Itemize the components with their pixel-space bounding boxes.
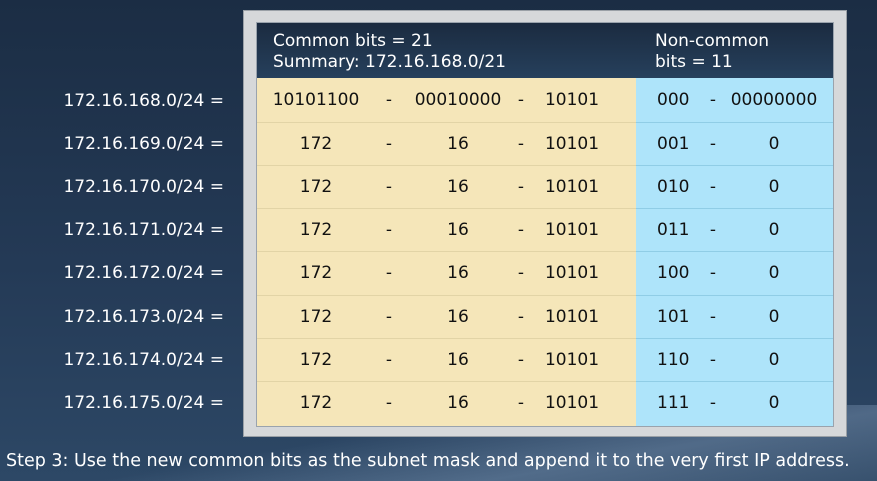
table-row: 172-16-10101 011-0 — [257, 208, 833, 252]
table-row: 172-16-10101 110-0 — [257, 337, 833, 382]
dash-1: - — [385, 134, 393, 155]
dash-3: - — [709, 349, 717, 370]
octet-3-noncommon: 001 — [657, 134, 690, 155]
dash-2: - — [517, 177, 525, 198]
dash-3: - — [709, 220, 717, 241]
dash-3: - — [709, 134, 717, 155]
table-row: 10101100-00010000-10101 000-00000000 — [257, 79, 833, 122]
octet-2: 16 — [447, 220, 469, 241]
octet-3-noncommon: 110 — [657, 349, 690, 370]
dash-2: - — [517, 134, 525, 155]
octet-2: 16 — [447, 392, 469, 413]
network-label: 172.16.169.0/24 = — [63, 134, 224, 155]
dash-3: - — [709, 392, 717, 413]
network-label: 172.16.171.0/24 = — [63, 220, 224, 241]
network-label: 172.16.173.0/24 = — [63, 306, 224, 327]
octet-3-common: 10101 — [544, 349, 600, 370]
dash-2: - — [517, 220, 525, 241]
network-label: 172.16.168.0/24 = — [63, 91, 224, 111]
table-row: 172-16-10101 111-0 — [257, 380, 833, 425]
dash-1: - — [385, 90, 393, 110]
noncommon-label: Non-common — [655, 31, 770, 51]
dash-1: - — [385, 349, 393, 370]
dash-3: - — [709, 306, 717, 327]
table-row: 172-16-10101 100-0 — [257, 251, 833, 295]
octet-3-noncommon: 101 — [657, 306, 690, 327]
network-label: 172.16.175.0/24 = — [63, 392, 224, 413]
dash-1: - — [385, 263, 393, 284]
common-bits-header: Common bits = 21 Summary: 172.16.168.0/2… — [273, 31, 506, 73]
noncommon-count: bits = 11 — [655, 52, 733, 72]
binary-table-frame: Common bits = 21 Summary: 172.16.168.0/2… — [243, 10, 847, 437]
octet-4: 00000000 — [730, 90, 818, 110]
binary-table: Common bits = 21 Summary: 172.16.168.0/2… — [256, 22, 834, 427]
octet-2: 00010000 — [414, 90, 502, 110]
step-caption: Step 3: Use the new common bits as the s… — [6, 451, 850, 471]
dash-2: - — [517, 392, 525, 413]
octet-1: 172 — [299, 392, 333, 413]
dash-1: - — [385, 306, 393, 327]
octet-4: 0 — [768, 177, 780, 198]
octet-3-noncommon: 011 — [657, 220, 690, 241]
table-row: 172-16-10101 101-0 — [257, 294, 833, 339]
octet-1: 172 — [299, 263, 333, 284]
dash-2: - — [517, 349, 525, 370]
common-bits-count: Common bits = 21 — [273, 31, 433, 51]
octet-3-common: 10101 — [544, 177, 600, 198]
noncommon-bits-header: Non-common bits = 11 — [655, 31, 769, 73]
network-label: 172.16.172.0/24 = — [63, 263, 224, 284]
octet-1: 172 — [299, 134, 333, 155]
dash-3: - — [709, 263, 717, 284]
octet-3-noncommon: 000 — [657, 90, 690, 110]
octet-3-common: 10101 — [544, 90, 600, 110]
dash-3: - — [709, 90, 717, 110]
octet-1: 172 — [299, 306, 333, 327]
network-label: 172.16.174.0/24 = — [63, 349, 224, 370]
octet-3-common: 10101 — [544, 392, 600, 413]
octet-1: 172 — [299, 177, 333, 198]
octet-2: 16 — [447, 134, 469, 155]
octet-3-common: 10101 — [544, 306, 600, 327]
dash-2: - — [517, 90, 525, 110]
dash-3: - — [709, 177, 717, 198]
octet-2: 16 — [447, 263, 469, 284]
octet-2: 16 — [447, 349, 469, 370]
dash-2: - — [517, 306, 525, 327]
dash-1: - — [385, 177, 393, 198]
octet-4: 0 — [768, 392, 780, 413]
table-row: 172-16-10101 001-0 — [257, 122, 833, 166]
octet-3-common: 10101 — [544, 134, 600, 155]
octet-3-noncommon: 010 — [657, 177, 690, 198]
summary-route: Summary: 172.16.168.0/21 — [273, 52, 506, 72]
octet-3-common: 10101 — [544, 263, 600, 284]
octet-1: 172 — [299, 220, 333, 241]
octet-2: 16 — [447, 306, 469, 327]
dash-1: - — [385, 220, 393, 241]
dash-2: - — [517, 263, 525, 284]
octet-4: 0 — [768, 220, 780, 241]
octet-1: 10101100 — [272, 90, 360, 110]
octet-1: 172 — [299, 349, 333, 370]
octet-4: 0 — [768, 306, 780, 327]
octet-3-noncommon: 111 — [657, 392, 690, 413]
dash-1: - — [385, 392, 393, 413]
network-label: 172.16.170.0/24 = — [63, 177, 224, 198]
octet-3-common: 10101 — [544, 220, 600, 241]
octet-3-noncommon: 100 — [657, 263, 690, 284]
table-row: 172-16-10101 010-0 — [257, 165, 833, 209]
octet-4: 0 — [768, 349, 780, 370]
table-header: Common bits = 21 Summary: 172.16.168.0/2… — [257, 23, 833, 78]
octet-2: 16 — [447, 177, 469, 198]
octet-4: 0 — [768, 134, 780, 155]
octet-4: 0 — [768, 263, 780, 284]
